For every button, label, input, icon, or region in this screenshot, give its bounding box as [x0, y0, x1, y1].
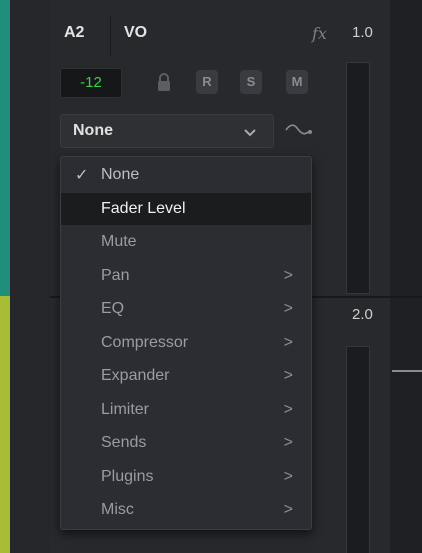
- menu-item[interactable]: EQ >: [61, 293, 311, 325]
- track-color-bar-a2: [0, 0, 10, 296]
- lock-icon[interactable]: [156, 72, 172, 92]
- fader-track-2[interactable]: [346, 346, 370, 553]
- menu-item[interactable]: Expander >: [61, 360, 311, 392]
- menu-item-label: Plugins: [101, 467, 154, 485]
- track-gutter: [10, 0, 50, 553]
- menu-item[interactable]: Fader Level: [61, 192, 311, 225]
- automation-curve-icon[interactable]: [284, 120, 314, 140]
- audio-mixer-window: A2 VO fx 1.0 2.0 -12 R S M None ✓ None Fad…: [0, 0, 422, 553]
- channel-value: 1.0: [352, 24, 373, 41]
- timeline-line: [392, 370, 422, 372]
- menu-item[interactable]: ✓ None: [61, 159, 311, 191]
- fx-icon[interactable]: fx: [312, 24, 327, 43]
- menu-item[interactable]: Pan >: [61, 260, 311, 292]
- chevron-right-icon: >: [283, 266, 293, 284]
- checkmark-icon: ✓: [75, 167, 89, 184]
- track-color-bar-next: [0, 296, 10, 553]
- menu-item-label: Misc: [101, 501, 134, 518]
- track-name[interactable]: VO: [124, 24, 147, 42]
- menu-item-label: Pan: [101, 266, 130, 284]
- automation-select-value: None: [73, 122, 113, 139]
- menu-item-label: Expander: [101, 367, 170, 384]
- automation-select[interactable]: None: [60, 114, 274, 148]
- menu-item-label: Fader Level: [101, 199, 186, 217]
- menu-item[interactable]: Mute: [61, 226, 311, 258]
- menu-item[interactable]: Plugins >: [61, 461, 311, 493]
- chevron-right-icon: >: [283, 367, 293, 384]
- chevron-right-icon: >: [283, 467, 293, 485]
- solo-button[interactable]: S: [240, 70, 262, 94]
- level-readout[interactable]: -12: [60, 68, 122, 98]
- menu-item-label: Mute: [101, 233, 137, 250]
- menu-item-label: None: [101, 166, 140, 183]
- timeline-edge: [390, 0, 422, 553]
- menu-item[interactable]: Sends >: [61, 427, 311, 459]
- menu-item[interactable]: Misc >: [61, 494, 311, 526]
- record-button[interactable]: R: [196, 70, 218, 94]
- chevron-down-icon: [244, 129, 256, 137]
- automation-menu: ✓ None Fader Level Mute Pan > EQ > Compressor > Ex…: [60, 156, 312, 530]
- chevron-right-icon: >: [283, 400, 293, 418]
- chevron-right-icon: >: [283, 434, 293, 451]
- channel-header: A2 VO fx 1.0: [50, 14, 390, 56]
- track-id: A2: [64, 24, 85, 41]
- fader-track-1[interactable]: [346, 62, 370, 294]
- menu-item[interactable]: Limiter >: [61, 394, 311, 426]
- chevron-right-icon: >: [283, 333, 293, 351]
- menu-item[interactable]: Compressor >: [61, 327, 311, 359]
- menu-item-label: Sends: [101, 434, 147, 451]
- menu-item-label: Compressor: [101, 333, 189, 351]
- chevron-right-icon: >: [283, 501, 293, 518]
- chevron-right-icon: >: [283, 300, 293, 317]
- channel-value-2: 2.0: [352, 306, 373, 323]
- mute-button[interactable]: M: [286, 70, 308, 94]
- menu-item-label: Limiter: [101, 400, 150, 418]
- menu-item-label: EQ: [101, 300, 125, 317]
- header-separator: [110, 16, 111, 56]
